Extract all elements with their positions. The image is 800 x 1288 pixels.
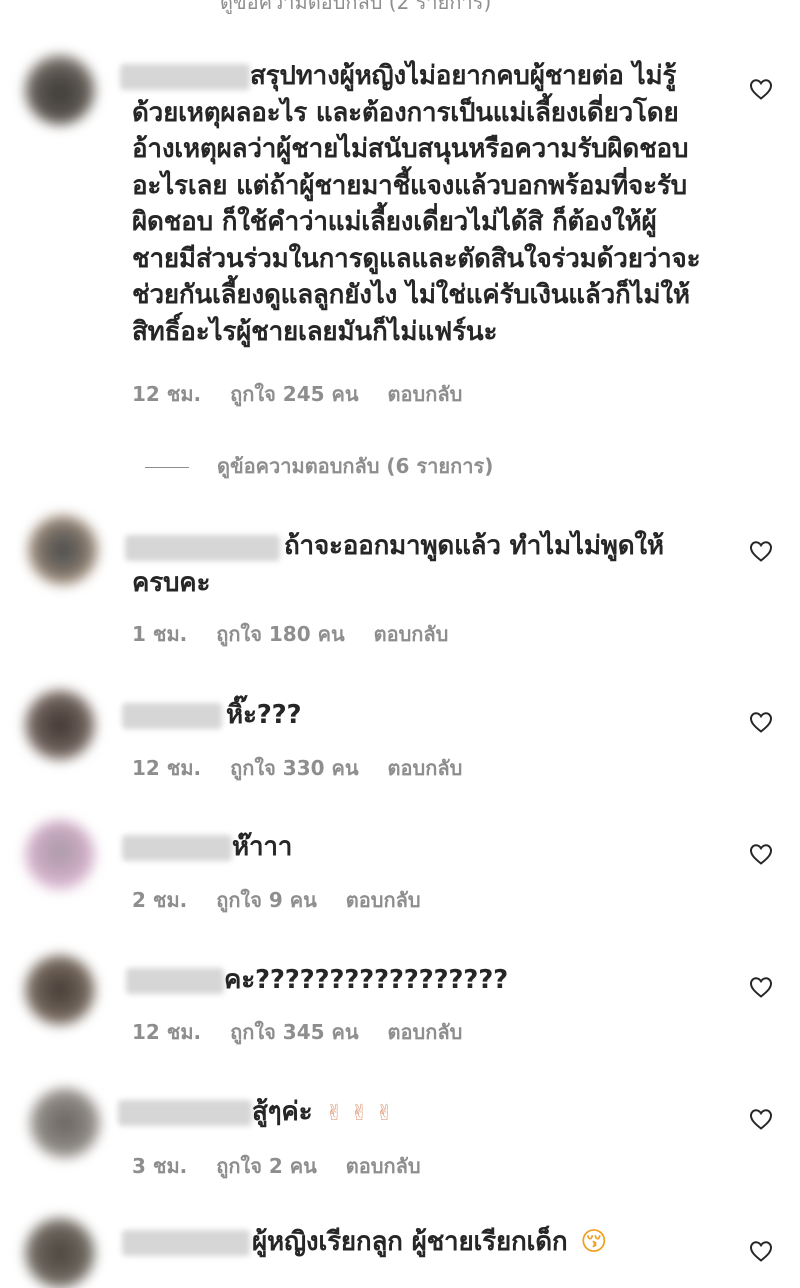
- avatar[interactable]: [25, 820, 95, 890]
- kissing-face-emoji: 😚: [580, 1227, 608, 1257]
- comment-time: 12 ชม.: [132, 756, 202, 780]
- like-count[interactable]: ถูกใจ 345 คน: [230, 1020, 358, 1044]
- heart-outline-icon[interactable]: [749, 976, 773, 998]
- comment-meta: 3 ชม. ถูกใจ 2 คน ตอบกลับ: [132, 1150, 443, 1182]
- comment-time: 2 ชม.: [132, 888, 188, 912]
- comment-text: ถ้าจะออกมาพูดแล้ว ทำไมไม่พูดให้ ครบคะ: [132, 531, 664, 598]
- comment-text: สู้ๆค่ะ ✌ ✌ ✌: [252, 1094, 394, 1133]
- avatar[interactable]: [30, 1088, 100, 1158]
- reply-button[interactable]: ตอบกลับ: [388, 1020, 463, 1044]
- heart-outline-icon[interactable]: [749, 711, 773, 733]
- avatar[interactable]: [28, 515, 98, 585]
- view-replies-top[interactable]: ดูข้อความตอบกลับ (2 รายการ): [220, 0, 491, 18]
- reply-button[interactable]: ตอบกลับ: [388, 756, 463, 780]
- avatar[interactable]: [25, 1218, 95, 1288]
- heart-outline-icon[interactable]: [749, 1240, 773, 1262]
- comment-time: 12 ชม.: [132, 1020, 202, 1044]
- comment-time: 1 ชม.: [132, 622, 188, 646]
- heart-outline-icon[interactable]: [749, 540, 773, 562]
- reply-button[interactable]: ตอบกลับ: [374, 622, 449, 646]
- reply-button[interactable]: ตอบกลับ: [346, 1154, 421, 1178]
- comment-text-content: สู้ๆค่ะ: [252, 1097, 313, 1127]
- username-blurred[interactable]: [126, 968, 224, 994]
- comment-meta: 12 ชม. ถูกใจ 330 คน ตอบกลับ: [132, 752, 484, 784]
- comment-text: สรุปทางผู้หญิงไม่อยากคบผู้ชายต่อ ไม่รู้ …: [132, 61, 701, 347]
- username-blurred[interactable]: [122, 1230, 250, 1256]
- like-count[interactable]: ถูกใจ 245 คน: [230, 382, 358, 406]
- view-replies-button[interactable]: ดูข้อความตอบกลับ (6 รายการ): [145, 450, 493, 482]
- avatar[interactable]: [25, 690, 95, 760]
- comment-text: ห๊าาา: [232, 832, 293, 862]
- avatar[interactable]: [25, 55, 95, 125]
- comment-text-content: ผู้หญิงเรียกลูก ผู้ชายเรียกเด็ก: [252, 1227, 568, 1257]
- like-count[interactable]: ถูกใจ 180 คน: [216, 622, 344, 646]
- comment-text: ผู้หญิงเรียกลูก ผู้ชายเรียกเด็ก 😚: [252, 1224, 607, 1261]
- like-count[interactable]: ถูกใจ 2 คน: [216, 1154, 317, 1178]
- heart-outline-icon[interactable]: [749, 78, 773, 100]
- username-blurred[interactable]: [122, 835, 232, 861]
- comment-text: หิ๊ะ???: [226, 700, 302, 730]
- username-blurred[interactable]: [118, 1100, 252, 1126]
- like-count[interactable]: ถูกใจ 330 คน: [230, 756, 358, 780]
- heart-outline-icon[interactable]: [749, 843, 773, 865]
- username-blurred[interactable]: [122, 703, 222, 729]
- heart-outline-icon[interactable]: [749, 1108, 773, 1130]
- reply-button[interactable]: ตอบกลับ: [388, 382, 463, 406]
- comment-text: คะ?????????????????: [224, 965, 508, 995]
- victory-hand-emoji: ✌ ✌ ✌: [325, 1101, 394, 1126]
- comment-time: 3 ชม.: [132, 1154, 188, 1178]
- like-count[interactable]: ถูกใจ 9 คน: [216, 888, 317, 912]
- comment-meta: 12 ชม. ถูกใจ 345 คน ตอบกลับ: [132, 1016, 484, 1048]
- view-replies-label[interactable]: ดูข้อความตอบกลับ (6 รายการ): [217, 454, 493, 478]
- reply-button[interactable]: ตอบกลับ: [346, 888, 421, 912]
- divider-line: [145, 467, 189, 468]
- comment-time: 12 ชม.: [132, 382, 202, 406]
- comment-meta: 12 ชม. ถูกใจ 245 คน ตอบกลับ: [132, 378, 484, 410]
- comment-meta: 1 ชม. ถูกใจ 180 คน ตอบกลับ: [132, 618, 470, 650]
- avatar[interactable]: [25, 955, 95, 1025]
- comment-meta: 2 ชม. ถูกใจ 9 คน ตอบกลับ: [132, 884, 443, 916]
